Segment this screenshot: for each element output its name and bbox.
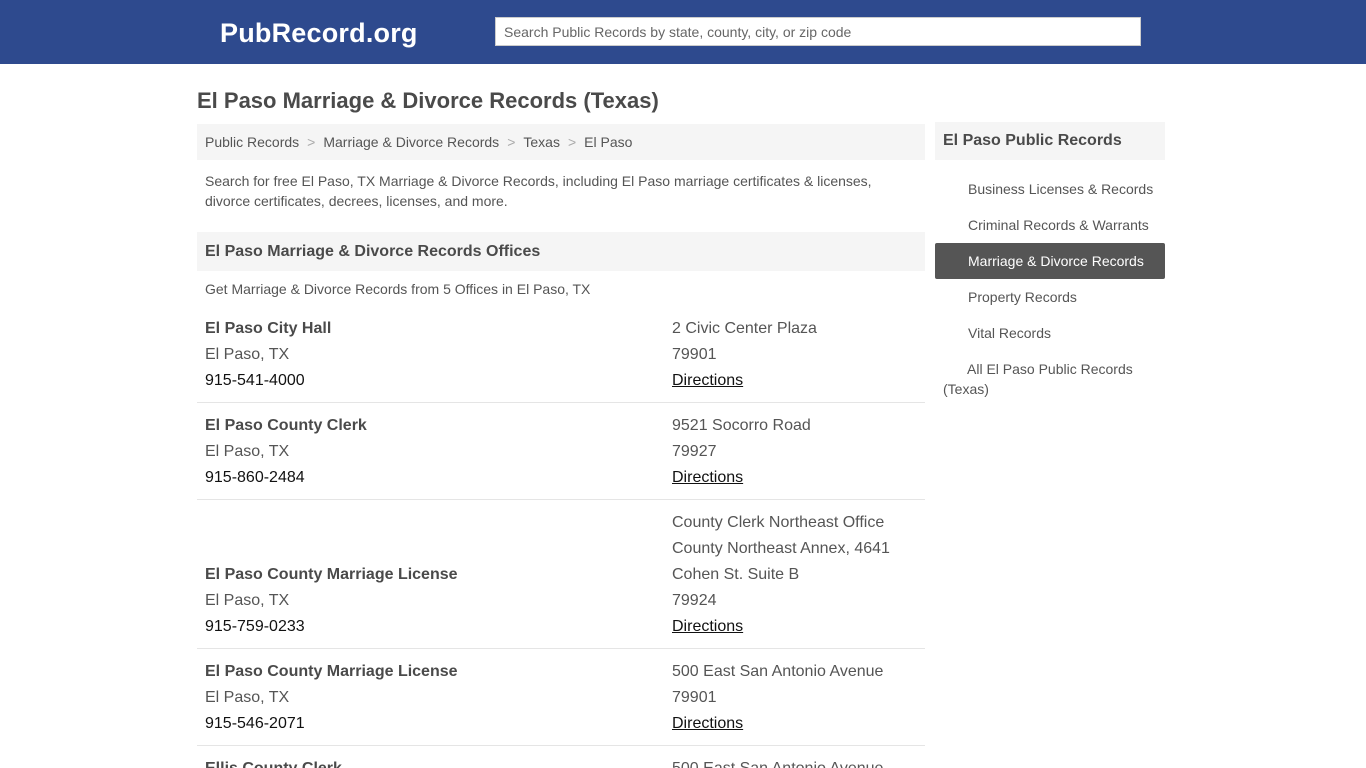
office-city: El Paso, TX [205, 443, 290, 460]
offices-list: El Paso City Hall El Paso, TX 915-541-40… [197, 316, 925, 768]
sidebar-item-marriage-divorce[interactable]: Marriage & Divorce Records [935, 243, 1165, 279]
directions-link[interactable]: Directions [672, 618, 743, 635]
intro-text: Search for free El Paso, TX Marriage & D… [205, 173, 872, 209]
offices-count-text: Get Marriage & Divorce Records from 5 Of… [205, 281, 591, 297]
office-name: El Paso County Marriage License [205, 663, 458, 680]
offices-section-title: El Paso Marriage & Divorce Records Offic… [197, 232, 925, 271]
office-address-line: 500 East San Antonio Avenue [672, 663, 884, 680]
sidebar-item-label[interactable]: Vital Records [968, 325, 1051, 341]
directions-link[interactable]: Directions [672, 715, 743, 732]
office-phone[interactable]: 915-759-0233 [205, 614, 672, 640]
sidebar-title: El Paso Public Records [935, 122, 1165, 160]
sidebar-item-all-records[interactable]: All El Paso Public Records (Texas) [935, 351, 1165, 407]
sidebar-item-label[interactable]: Business Licenses & Records [968, 181, 1153, 197]
breadcrumb-separator: > [307, 134, 316, 150]
directions-link[interactable]: Directions [672, 469, 743, 486]
office-address-line: 9521 Socorro Road [672, 417, 811, 434]
breadcrumb-separator: > [567, 134, 577, 150]
office-row: El Paso City Hall El Paso, TX 915-541-40… [197, 316, 925, 403]
office-address-line: 500 East San Antonio Avenue [672, 756, 925, 768]
directions-link[interactable]: Directions [672, 372, 743, 389]
office-zip: 79901 [672, 689, 717, 706]
site-logo[interactable]: PubRecord.org [220, 18, 418, 49]
office-address-line: Cohen St. Suite B [672, 566, 800, 583]
sidebar-item-criminal-records[interactable]: Criminal Records & Warrants [935, 207, 1165, 243]
office-city: El Paso, TX [205, 592, 290, 609]
office-row: El Paso County Clerk El Paso, TX 915-860… [197, 413, 925, 500]
office-address-line: County Northeast Annex, 4641 [672, 540, 890, 557]
sidebar-item-label[interactable]: Criminal Records & Warrants [968, 217, 1149, 233]
sidebar-item-business-licenses[interactable]: Business Licenses & Records [935, 171, 1165, 207]
office-city: El Paso, TX [205, 689, 290, 706]
breadcrumb-public-records[interactable]: Public Records [205, 134, 299, 150]
sidebar-list: Business Licenses & Records Criminal Rec… [935, 171, 1165, 407]
breadcrumb-separator: > [507, 134, 516, 150]
breadcrumb-el-paso[interactable]: El Paso [584, 134, 632, 150]
office-address-line: 2 Civic Center Plaza [672, 320, 817, 337]
sidebar-item-label[interactable]: All El Paso Public Records (Texas) [943, 361, 1133, 397]
office-row: El Paso County Marriage License El Paso,… [197, 510, 925, 649]
office-row: Ellis County Clerk 500 East San Antonio … [197, 756, 925, 768]
breadcrumb-marriage-divorce[interactable]: Marriage & Divorce Records [323, 134, 499, 150]
office-phone[interactable]: 915-541-4000 [205, 368, 672, 394]
office-phone[interactable]: 915-546-2071 [205, 711, 672, 737]
sidebar: El Paso Public Records Business Licenses… [935, 122, 1165, 407]
office-name: Ellis County Clerk [205, 756, 672, 768]
sidebar-item-label[interactable]: Property Records [968, 289, 1077, 305]
breadcrumb-texas[interactable]: Texas [523, 134, 560, 150]
office-zip: 79924 [672, 592, 717, 609]
breadcrumb: Public Records > Marriage & Divorce Reco… [197, 124, 925, 160]
office-address-line: County Clerk Northeast Office [672, 514, 885, 531]
sidebar-item-vital-records[interactable]: Vital Records [935, 315, 1165, 351]
office-name: El Paso City Hall [205, 320, 332, 337]
search-input[interactable] [495, 17, 1141, 46]
sidebar-item-label[interactable]: Marriage & Divorce Records [968, 253, 1144, 269]
top-bar: PubRecord.org [0, 0, 1366, 64]
office-zip: 79901 [672, 346, 717, 363]
office-phone[interactable]: 915-860-2484 [205, 465, 672, 491]
sidebar-item-property-records[interactable]: Property Records [935, 279, 1165, 315]
office-city: El Paso, TX [205, 346, 290, 363]
office-name: El Paso County Clerk [205, 417, 367, 434]
office-name: El Paso County Marriage License [205, 566, 458, 583]
office-row: El Paso County Marriage License El Paso,… [197, 659, 925, 746]
page-title: El Paso Marriage & Divorce Records (Texa… [197, 88, 659, 113]
office-zip: 79927 [672, 443, 717, 460]
